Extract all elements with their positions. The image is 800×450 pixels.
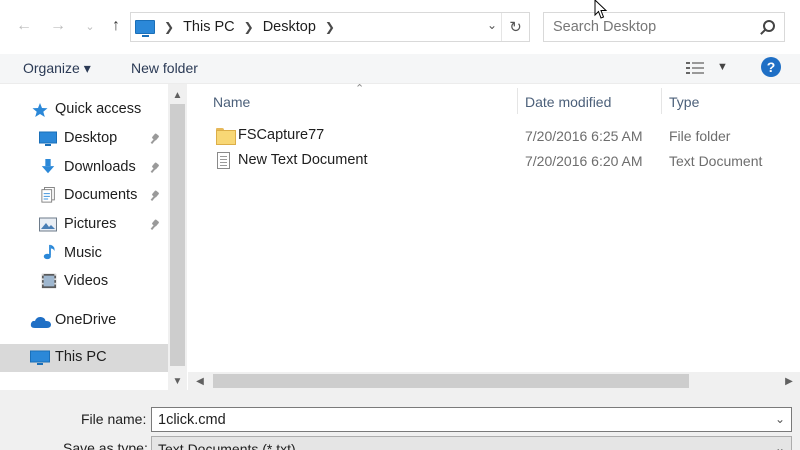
documents-icon (41, 187, 55, 203)
desktop-icon (39, 131, 57, 146)
new-folder-button[interactable]: New folder (131, 60, 198, 76)
refresh-icon[interactable]: ↻ (501, 13, 529, 41)
file-name: New Text Document (238, 152, 368, 168)
cloud-icon (30, 316, 51, 328)
file-name-value[interactable]: 1click.cmd (158, 412, 226, 428)
column-divider[interactable] (517, 88, 518, 114)
recent-locations-chevron-icon[interactable]: ⌄ (78, 14, 102, 38)
save-as-type-chevron-icon[interactable]: ⌄ (775, 441, 785, 450)
file-list-horizontal-scrollbar[interactable]: ◀ ▶ (188, 372, 800, 390)
file-date-modified: 7/20/2016 6:25 AM (525, 128, 643, 144)
scroll-down-arrow-icon[interactable]: ▼ (168, 372, 187, 390)
sidebar-item-pictures[interactable]: Pictures (0, 211, 168, 239)
organize-button[interactable]: Organize ▾ (23, 60, 91, 77)
navigation-scrollbar[interactable]: ▲ ▼ (168, 84, 187, 390)
command-bar (0, 54, 800, 84)
file-name-dropdown-chevron-icon[interactable]: ⌄ (775, 412, 785, 426)
sort-ascending-icon: ⌃ (355, 83, 365, 95)
computer-icon (30, 350, 50, 365)
breadcrumb-separator-icon[interactable]: ❯ (325, 20, 335, 34)
save-as-type-select[interactable]: Text Documents (*.txt) ⌄ (151, 436, 792, 450)
file-date-modified: 7/20/2016 6:20 AM (525, 153, 643, 169)
text-document-icon (217, 152, 230, 169)
address-dropdown-chevron-icon[interactable]: ⌄ (487, 18, 497, 32)
sidebar-item-music[interactable]: Music (0, 240, 168, 268)
sidebar-item-desktop[interactable]: Desktop (0, 125, 168, 153)
up-arrow-icon[interactable]: ↑ (104, 14, 128, 38)
scrollbar-thumb[interactable] (213, 374, 689, 388)
view-dropdown-chevron-icon[interactable]: ▼ (717, 61, 728, 73)
save-as-type-value[interactable]: Text Documents (*.txt) (158, 441, 296, 450)
address-bar[interactable]: ❯ This PC ❯ Desktop ❯ ⌄ ↻ (130, 12, 530, 42)
breadcrumb-this-pc[interactable]: This PC (183, 19, 235, 35)
star-icon (32, 103, 48, 117)
scrollbar-thumb[interactable] (170, 104, 185, 366)
pin-icon[interactable] (150, 191, 160, 201)
view-options-icon[interactable] (686, 61, 706, 75)
column-header-date-modified[interactable]: Date modified (525, 94, 611, 110)
column-header-type[interactable]: Type (669, 94, 699, 110)
column-header-name[interactable]: Name (213, 94, 250, 110)
download-icon (41, 159, 55, 174)
folder-icon (216, 128, 236, 145)
back-arrow-icon[interactable]: ← (12, 14, 36, 38)
sidebar-item-quick-access[interactable]: Quick access (0, 96, 168, 124)
music-icon (43, 244, 55, 260)
pin-icon[interactable] (150, 134, 160, 144)
table-row[interactable]: FSCapture77 7/20/2016 6:25 AM File folde… (213, 124, 793, 148)
videos-icon (41, 273, 57, 289)
breadcrumb-desktop[interactable]: Desktop (263, 19, 316, 35)
sidebar-item-videos[interactable]: Videos (0, 268, 168, 296)
sidebar-item-downloads[interactable]: Downloads (0, 154, 168, 182)
search-box[interactable]: Search Desktop (543, 12, 785, 42)
file-name-input[interactable]: 1click.cmd ⌄ (151, 407, 792, 432)
file-type: File folder (669, 128, 731, 144)
file-name: FSCapture77 (238, 127, 325, 143)
scroll-left-arrow-icon[interactable]: ◀ (191, 372, 209, 390)
search-input[interactable]: Search Desktop (553, 19, 656, 35)
forward-arrow-icon[interactable]: → (46, 14, 70, 38)
breadcrumb-separator-icon[interactable]: ❯ (164, 20, 174, 34)
column-divider[interactable] (661, 88, 662, 114)
this-pc-icon (135, 20, 155, 37)
search-icon[interactable] (763, 20, 775, 32)
save-as-type-label: Save as type: (63, 440, 148, 450)
breadcrumb-separator-icon[interactable]: ❯ (244, 20, 254, 34)
pin-icon[interactable] (150, 220, 160, 230)
mouse-cursor-icon (594, 0, 608, 19)
sidebar-item-documents[interactable]: Documents (0, 182, 168, 210)
file-type: Text Document (669, 153, 763, 169)
pictures-icon (39, 217, 57, 232)
table-row[interactable]: New Text Document 7/20/2016 6:20 AM Text… (213, 149, 793, 173)
file-name-label: File name: (81, 411, 147, 427)
pin-icon[interactable] (150, 163, 160, 173)
sidebar-item-this-pc[interactable]: This PC (0, 344, 168, 372)
sidebar-item-onedrive[interactable]: OneDrive (0, 307, 168, 335)
scroll-up-arrow-icon[interactable]: ▲ (168, 86, 187, 104)
scroll-right-arrow-icon[interactable]: ▶ (780, 372, 798, 390)
help-button[interactable]: ? (761, 57, 781, 77)
